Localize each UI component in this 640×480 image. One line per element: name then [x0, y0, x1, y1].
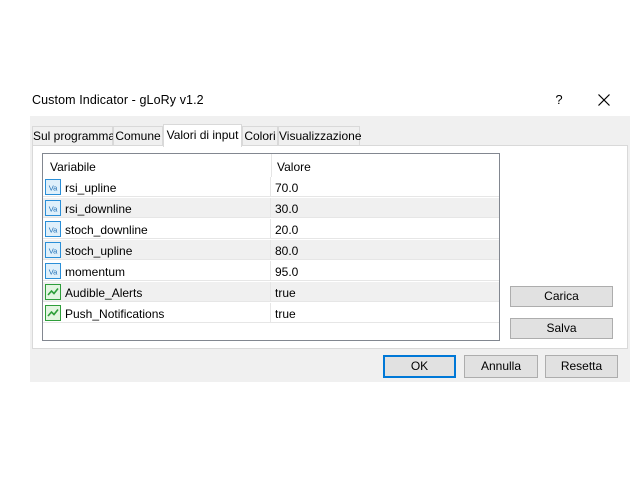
dialog-client-area: Sul programma Comune Valori di input Col… [30, 116, 630, 382]
value-cell[interactable]: 80.0 [272, 240, 499, 260]
variable-cell: Va stoch_upline [43, 240, 271, 260]
table-row[interactable]: Va rsi_downline 30.0 [43, 198, 499, 218]
tab-colori[interactable]: Colori [242, 126, 278, 146]
variable-name: momentum [65, 265, 126, 279]
help-button[interactable]: ? [546, 90, 572, 110]
variable-name: rsi_downline [65, 202, 132, 216]
svg-text:Va: Va [49, 226, 58, 235]
value-cell[interactable]: 70.0 [272, 177, 499, 197]
custom-indicator-dialog: Custom Indicator - gLoRy v1.2 ? Sul prog… [30, 84, 630, 382]
column-header-value[interactable]: Valore [277, 160, 311, 174]
variable-cell: Va rsi_downline [43, 198, 271, 218]
variable-cell: Va stoch_downline [43, 219, 271, 239]
table-row[interactable]: Va stoch_upline 80.0 [43, 240, 499, 260]
tab-sul-programma[interactable]: Sul programma [32, 126, 115, 146]
svg-text:Va: Va [49, 184, 58, 193]
svg-text:Va: Va [49, 268, 58, 277]
close-icon [598, 94, 610, 106]
variable-value: true [275, 286, 296, 300]
numeric-value-icon: Va [45, 263, 61, 279]
window-title: Custom Indicator - gLoRy v1.2 [32, 93, 204, 107]
variable-value: 30.0 [275, 202, 299, 216]
input-values-panel: Variabile Valore Va rsi_upline 70.0 Va r… [32, 145, 628, 349]
variable-cell: Audible_Alerts [43, 282, 271, 302]
numeric-value-icon: Va [45, 242, 61, 258]
variable-value: 20.0 [275, 223, 299, 237]
variable-name: stoch_downline [65, 223, 148, 237]
variable-value: true [275, 307, 296, 321]
grid-header: Variabile Valore [43, 154, 499, 177]
close-button[interactable] [590, 90, 618, 110]
variable-name: Audible_Alerts [65, 286, 143, 300]
save-button[interactable]: Salva [510, 318, 613, 339]
load-button[interactable]: Carica [510, 286, 613, 307]
svg-text:Va: Va [49, 247, 58, 256]
ok-button[interactable]: OK [383, 355, 456, 378]
variable-value: 95.0 [275, 265, 299, 279]
cancel-button[interactable]: Annulla [464, 355, 538, 378]
numeric-value-icon: Va [45, 200, 61, 216]
variable-name: Push_Notifications [65, 307, 165, 321]
table-row[interactable]: Audible_Alerts true [43, 282, 499, 302]
tab-comune[interactable]: Comune [113, 126, 163, 146]
value-cell[interactable]: true [272, 303, 499, 323]
variable-cell: Va momentum [43, 261, 271, 281]
tab-valori-di-input[interactable]: Valori di input [163, 124, 242, 147]
input-parameters-grid: Variabile Valore Va rsi_upline 70.0 Va r… [42, 153, 500, 341]
table-row[interactable]: Va rsi_upline 70.0 [43, 177, 499, 197]
variable-value: 80.0 [275, 244, 299, 258]
boolean-value-icon [45, 305, 61, 321]
variable-name: rsi_upline [65, 181, 117, 195]
title-bar: Custom Indicator - gLoRy v1.2 ? [30, 84, 630, 116]
column-separator [271, 154, 272, 177]
variable-cell: Va rsi_upline [43, 177, 271, 197]
svg-text:Va: Va [49, 205, 58, 214]
table-row[interactable]: Push_Notifications true [43, 303, 499, 323]
reset-button[interactable]: Resetta [545, 355, 618, 378]
value-cell[interactable]: true [272, 282, 499, 302]
tab-visualizzazione[interactable]: Visualizzazione [278, 126, 362, 146]
column-header-variable[interactable]: Variabile [50, 160, 96, 174]
value-cell[interactable]: 20.0 [272, 219, 499, 239]
value-cell[interactable]: 30.0 [272, 198, 499, 218]
table-row[interactable]: Va momentum 95.0 [43, 261, 499, 281]
variable-cell: Push_Notifications [43, 303, 271, 323]
table-row[interactable]: Va stoch_downline 20.0 [43, 219, 499, 239]
numeric-value-icon: Va [45, 179, 61, 195]
variable-value: 70.0 [275, 181, 299, 195]
variable-name: stoch_upline [65, 244, 133, 258]
boolean-value-icon [45, 284, 61, 300]
numeric-value-icon: Va [45, 221, 61, 237]
value-cell[interactable]: 95.0 [272, 261, 499, 281]
